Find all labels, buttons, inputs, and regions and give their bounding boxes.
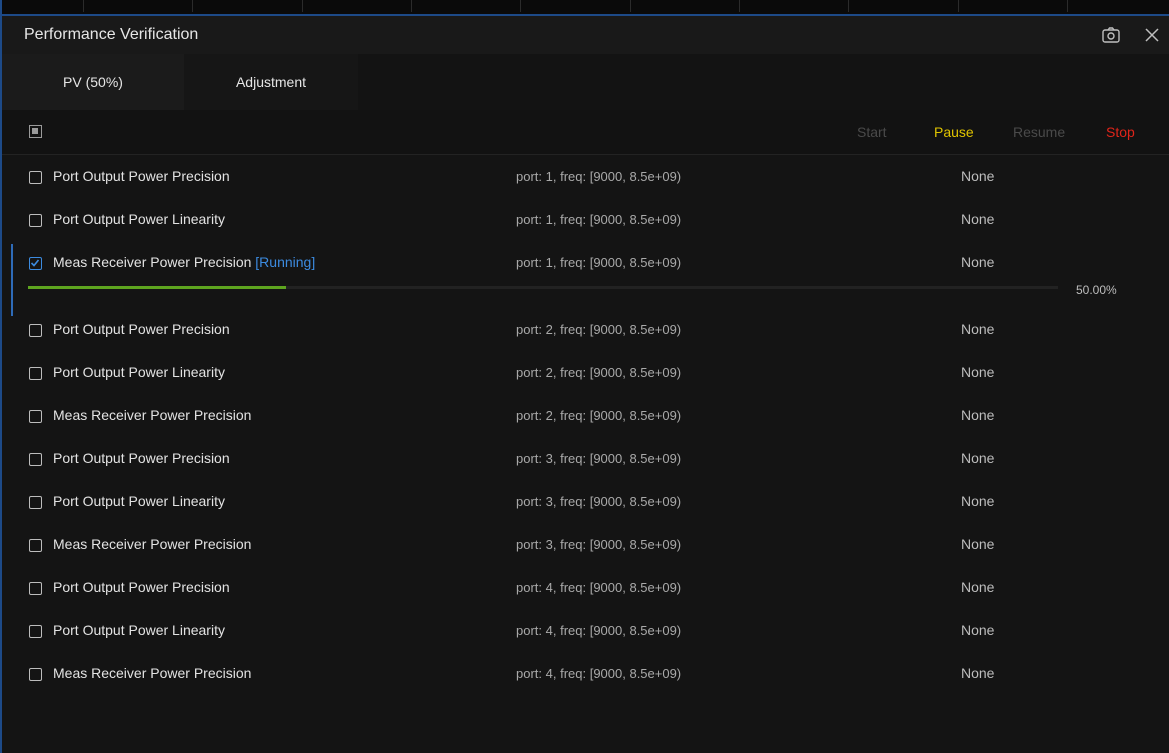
progress-percent: 50.00% bbox=[1076, 283, 1117, 297]
test-params: port: 1, freq: [9000, 8.5e+09) bbox=[516, 255, 682, 270]
test-checkbox[interactable] bbox=[29, 367, 42, 380]
test-result: None bbox=[961, 665, 995, 681]
test-result: None bbox=[961, 622, 995, 638]
test-result: None bbox=[961, 168, 995, 184]
test-name: Port Output Power Linearity bbox=[53, 493, 225, 509]
test-name: Port Output Power Linearity bbox=[53, 622, 225, 638]
test-params: port: 2, freq: [9000, 8.5e+09) bbox=[516, 322, 682, 337]
test-params: port: 2, freq: [9000, 8.5e+09) bbox=[516, 408, 682, 423]
test-name-text: Port Output Power Linearity bbox=[53, 493, 225, 509]
test-params: port: 4, freq: [9000, 8.5e+09) bbox=[516, 666, 682, 681]
camera-icon[interactable] bbox=[1100, 24, 1122, 46]
test-checkbox[interactable] bbox=[29, 171, 42, 184]
test-checkbox[interactable] bbox=[29, 410, 42, 423]
test-result: None bbox=[961, 211, 995, 227]
tab-adjustment[interactable]: Adjustment bbox=[184, 54, 358, 110]
test-result: None bbox=[961, 364, 995, 380]
test-name-text: Meas Receiver Power Precision bbox=[53, 407, 252, 423]
test-params: port: 4, freq: [9000, 8.5e+09) bbox=[516, 580, 682, 595]
test-row[interactable]: Port Output Power Linearity port: 3, freq… bbox=[2, 493, 1169, 515]
test-name: Meas Receiver Power Precision [Running] bbox=[53, 254, 315, 270]
title-bar: Performance Verification bbox=[2, 16, 1169, 54]
test-result: None bbox=[961, 579, 995, 595]
progress-bar-fill bbox=[28, 286, 286, 289]
test-checkbox[interactable] bbox=[29, 496, 42, 509]
test-params: port: 1, freq: [9000, 8.5e+09) bbox=[516, 169, 682, 184]
toolbar: Start Pause Resume Stop bbox=[2, 110, 1169, 155]
test-row[interactable]: Meas Receiver Power Precision [Running] p… bbox=[2, 254, 1169, 276]
test-name-text: Port Output Power Precision bbox=[53, 579, 230, 595]
test-name: Port Output Power Precision bbox=[53, 168, 230, 184]
test-result: None bbox=[961, 450, 995, 466]
window-top-strip bbox=[2, 0, 1169, 16]
test-row[interactable]: Port Output Power Precision port: 2, freq… bbox=[2, 321, 1169, 343]
tab-bar: PV (50%) Adjustment bbox=[2, 54, 1169, 110]
test-params: port: 3, freq: [9000, 8.5e+09) bbox=[516, 494, 682, 509]
test-checkbox[interactable] bbox=[29, 214, 42, 227]
test-name-text: Meas Receiver Power Precision bbox=[53, 254, 256, 270]
close-icon[interactable] bbox=[1141, 24, 1163, 46]
test-name: Meas Receiver Power Precision bbox=[53, 407, 251, 423]
test-row[interactable]: Port Output Power Linearity port: 1, freq… bbox=[2, 211, 1169, 233]
test-result: None bbox=[961, 536, 995, 552]
test-row[interactable]: Port Output Power Precision port: 4, freq… bbox=[2, 579, 1169, 601]
test-name-text: Port Output Power Linearity bbox=[53, 622, 225, 638]
test-name-text: Meas Receiver Power Precision bbox=[53, 665, 252, 681]
test-name: Port Output Power Linearity bbox=[53, 211, 225, 227]
test-params: port: 3, freq: [9000, 8.5e+09) bbox=[516, 451, 682, 466]
test-row[interactable]: Port Output Power Precision port: 1, freq… bbox=[2, 168, 1169, 190]
test-name: Port Output Power Precision bbox=[53, 450, 230, 466]
test-name: Port Output Power Precision bbox=[53, 579, 230, 595]
test-row[interactable]: Port Output Power Linearity port: 2, freq… bbox=[2, 364, 1169, 386]
test-name-text: Port Output Power Linearity bbox=[53, 211, 225, 227]
test-checkbox[interactable] bbox=[29, 582, 42, 595]
test-name: Port Output Power Precision bbox=[53, 321, 230, 337]
test-name: Meas Receiver Power Precision bbox=[53, 665, 251, 681]
test-params: port: 2, freq: [9000, 8.5e+09) bbox=[516, 365, 682, 380]
test-checkbox[interactable] bbox=[29, 324, 42, 337]
performance-verification-window: Performance Verification PV (50%) Adjust… bbox=[0, 0, 1169, 753]
test-result: None bbox=[961, 321, 995, 337]
test-checkbox[interactable] bbox=[29, 453, 42, 466]
window-title: Performance Verification bbox=[24, 26, 199, 43]
tab-pv[interactable]: PV (50%) bbox=[2, 54, 184, 110]
test-result: None bbox=[961, 493, 995, 509]
test-name-text: Port Output Power Precision bbox=[53, 168, 230, 184]
test-name-text: Meas Receiver Power Precision bbox=[53, 536, 252, 552]
stop-button[interactable]: Stop bbox=[1106, 110, 1135, 154]
test-params: port: 3, freq: [9000, 8.5e+09) bbox=[516, 537, 682, 552]
test-result: None bbox=[961, 254, 995, 270]
select-all-checkbox[interactable] bbox=[29, 125, 42, 138]
test-row[interactable]: Meas Receiver Power Precision port: 2, fr… bbox=[2, 407, 1169, 429]
progress-bar bbox=[28, 286, 1058, 289]
test-checkbox[interactable] bbox=[29, 257, 42, 270]
test-params: port: 4, freq: [9000, 8.5e+09) bbox=[516, 623, 682, 638]
test-checkbox[interactable] bbox=[29, 539, 42, 552]
test-name: Meas Receiver Power Precision bbox=[53, 536, 251, 552]
test-params: port: 1, freq: [9000, 8.5e+09) bbox=[516, 212, 682, 227]
test-result: None bbox=[961, 407, 995, 423]
test-name-text: Port Output Power Linearity bbox=[53, 364, 225, 380]
start-button[interactable]: Start bbox=[857, 110, 887, 154]
running-status: [Running] bbox=[255, 254, 316, 270]
test-checkbox[interactable] bbox=[29, 668, 42, 681]
test-row[interactable]: Meas Receiver Power Precision port: 3, fr… bbox=[2, 536, 1169, 558]
test-name: Port Output Power Linearity bbox=[53, 364, 225, 380]
pause-button[interactable]: Pause bbox=[934, 110, 974, 154]
test-name-text: Port Output Power Precision bbox=[53, 450, 230, 466]
test-checkbox[interactable] bbox=[29, 625, 42, 638]
test-name-text: Port Output Power Precision bbox=[53, 321, 230, 337]
resume-button[interactable]: Resume bbox=[1013, 110, 1065, 154]
test-row[interactable]: Meas Receiver Power Precision port: 4, fr… bbox=[2, 665, 1169, 687]
test-row[interactable]: Port Output Power Precision port: 3, freq… bbox=[2, 450, 1169, 472]
test-row[interactable]: Port Output Power Linearity port: 4, freq… bbox=[2, 622, 1169, 644]
